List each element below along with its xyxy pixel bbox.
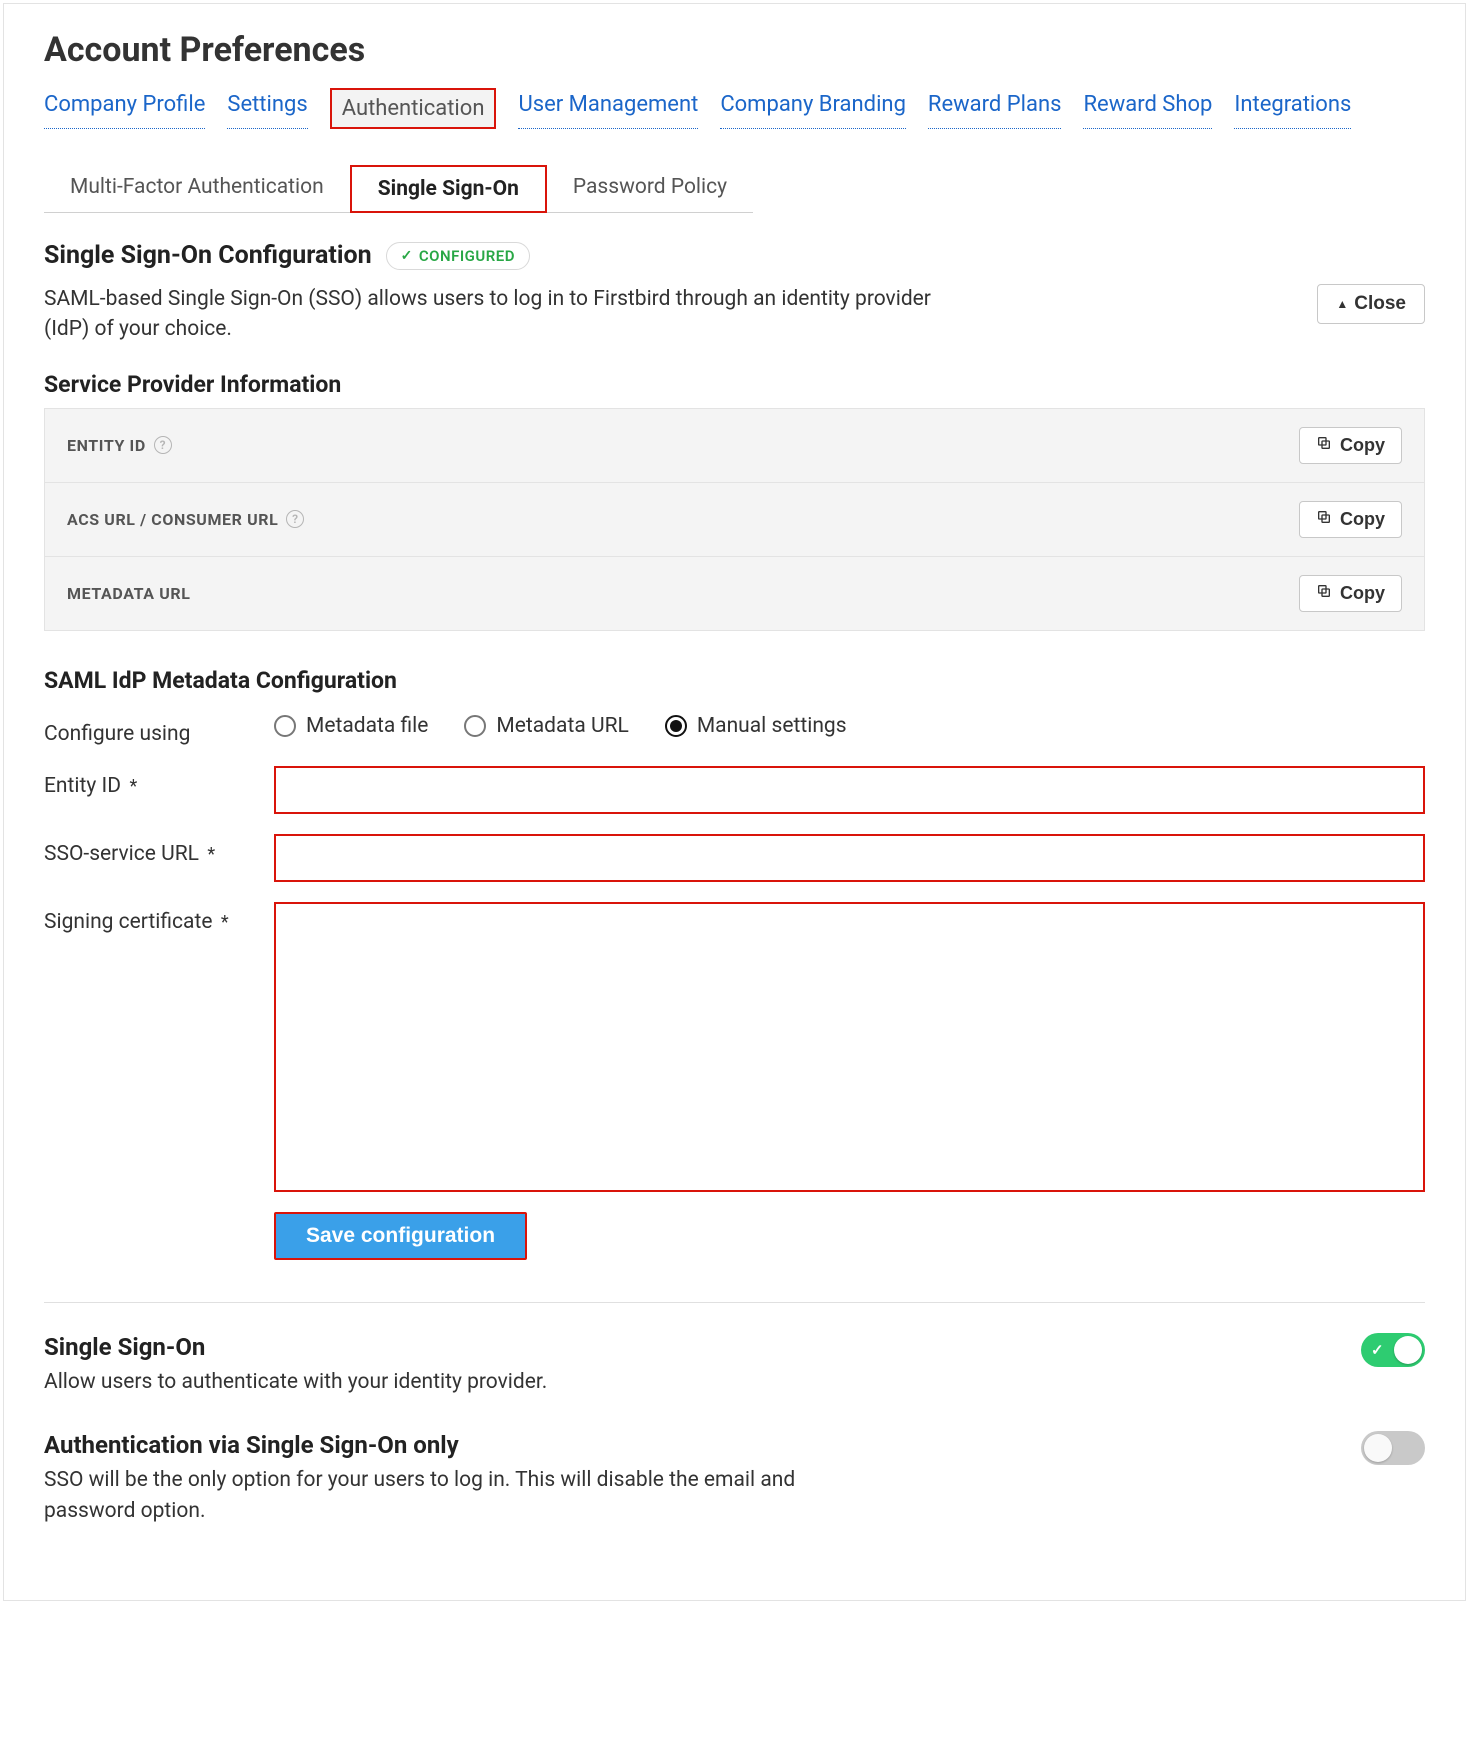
- copy-button-label: Copy: [1340, 583, 1385, 604]
- status-badge-label: CONFIGURED: [419, 247, 515, 265]
- status-badge: ✓ CONFIGURED: [386, 242, 530, 270]
- sp-label-acs-url: ACS URL / CONSUMER URL: [67, 510, 278, 529]
- sp-info-heading: Service Provider Information: [44, 371, 1425, 398]
- idp-config-heading: SAML IdP Metadata Configuration: [44, 667, 1425, 694]
- radio-metadata-file[interactable]: Metadata file: [274, 714, 428, 738]
- close-button-label: Close: [1354, 293, 1406, 315]
- tab-password-policy[interactable]: Password Policy: [547, 165, 753, 212]
- copy-button-label: Copy: [1340, 435, 1385, 456]
- copy-icon: [1316, 583, 1332, 604]
- copy-button-acs-url[interactable]: Copy: [1299, 501, 1402, 538]
- help-icon[interactable]: ?: [154, 436, 172, 454]
- sp-label-entity-id: ENTITY ID: [67, 436, 146, 455]
- required-marker: *: [203, 844, 215, 865]
- nav-user-management[interactable]: User Management: [518, 88, 698, 129]
- sso-toggle-desc: Allow users to authenticate with your id…: [44, 1367, 547, 1397]
- sso-config-description: SAML-based Single Sign-On (SSO) allows u…: [44, 284, 964, 345]
- copy-button-metadata-url[interactable]: Copy: [1299, 575, 1402, 612]
- radio-label: Manual settings: [697, 714, 847, 738]
- signing-cert-label: Signing certificate *: [44, 902, 254, 934]
- page-title: Account Preferences: [44, 30, 1425, 70]
- nav-integrations[interactable]: Integrations: [1234, 88, 1351, 129]
- sp-row-acs-url: ACS URL / CONSUMER URL ? Copy: [45, 483, 1424, 557]
- radio-icon: [464, 715, 486, 737]
- sso-toggle-title: Single Sign-On: [44, 1333, 547, 1361]
- configure-using-radio-group: Metadata file Metadata URL Manual settin…: [274, 714, 847, 738]
- sso-only-toggle[interactable]: [1361, 1431, 1425, 1465]
- primary-nav: Company Profile Settings Authentication …: [44, 88, 1425, 129]
- sp-info-list: ENTITY ID ? Copy ACS URL / CONSUMER URL …: [44, 408, 1425, 631]
- entity-id-input[interactable]: [274, 766, 1425, 814]
- help-icon[interactable]: ?: [286, 510, 304, 528]
- required-marker: *: [125, 776, 137, 797]
- save-configuration-button[interactable]: Save configuration: [274, 1212, 527, 1260]
- divider: [44, 1302, 1425, 1303]
- check-icon: ✓: [401, 248, 413, 264]
- sso-config-heading: Single Sign-On Configuration: [44, 241, 372, 270]
- caret-up-icon: ▲: [1336, 297, 1348, 311]
- check-icon: ✓: [1371, 1341, 1384, 1359]
- sso-url-input[interactable]: [274, 834, 1425, 882]
- copy-icon: [1316, 435, 1332, 456]
- close-button[interactable]: ▲ Close: [1317, 284, 1425, 324]
- sp-label-metadata-url: METADATA URL: [67, 584, 190, 603]
- nav-authentication[interactable]: Authentication: [330, 88, 497, 129]
- toggle-knob: [1364, 1434, 1392, 1462]
- radio-metadata-url[interactable]: Metadata URL: [464, 714, 628, 738]
- tab-mfa[interactable]: Multi-Factor Authentication: [44, 165, 350, 212]
- tab-sso[interactable]: Single Sign-On: [350, 165, 547, 213]
- radio-icon: [274, 715, 296, 737]
- sso-url-label: SSO-service URL *: [44, 834, 254, 866]
- nav-settings[interactable]: Settings: [227, 88, 307, 129]
- nav-reward-shop[interactable]: Reward Shop: [1083, 88, 1212, 129]
- radio-label: Metadata file: [306, 714, 428, 738]
- toggle-knob: [1394, 1336, 1422, 1364]
- sso-toggle[interactable]: ✓: [1361, 1333, 1425, 1367]
- copy-icon: [1316, 509, 1332, 530]
- nav-reward-plans[interactable]: Reward Plans: [928, 88, 1062, 129]
- sp-row-entity-id: ENTITY ID ? Copy: [45, 409, 1424, 483]
- sso-only-toggle-title: Authentication via Single Sign-On only: [44, 1431, 824, 1459]
- sub-nav: Multi-Factor Authentication Single Sign-…: [44, 165, 753, 213]
- required-marker: *: [216, 912, 228, 933]
- radio-icon: [665, 715, 687, 737]
- nav-company-branding[interactable]: Company Branding: [720, 88, 906, 129]
- radio-label: Metadata URL: [496, 714, 628, 738]
- radio-manual-settings[interactable]: Manual settings: [665, 714, 847, 738]
- signing-cert-input[interactable]: [274, 902, 1425, 1192]
- sp-row-metadata-url: METADATA URL Copy: [45, 557, 1424, 630]
- configure-using-label: Configure using: [44, 714, 254, 746]
- sso-only-toggle-desc: SSO will be the only option for your use…: [44, 1465, 824, 1526]
- entity-id-label: Entity ID *: [44, 766, 254, 798]
- copy-button-entity-id[interactable]: Copy: [1299, 427, 1402, 464]
- copy-button-label: Copy: [1340, 509, 1385, 530]
- nav-company-profile[interactable]: Company Profile: [44, 88, 205, 129]
